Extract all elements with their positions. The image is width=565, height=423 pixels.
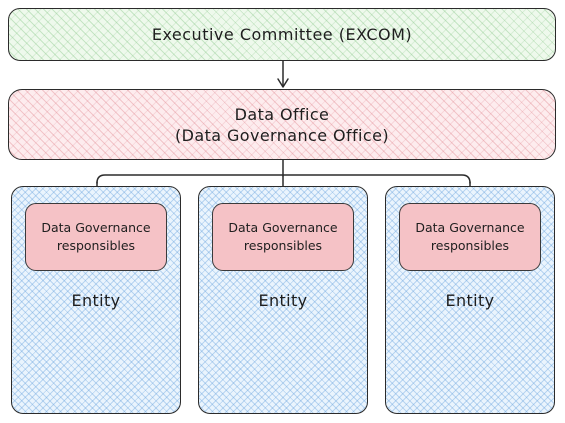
data-office-title: Data Office: [234, 104, 330, 124]
responsibles-line-2: responsibles: [56, 238, 136, 253]
responsibles-line-2: responsibles: [243, 238, 323, 253]
org-diagram: Executive Committee (EXCOM) Data Office …: [0, 0, 565, 423]
responsibles-line-1: Data Governance: [228, 220, 338, 235]
governance-responsibles-box: Data Governance responsibles: [212, 203, 354, 271]
responsibles-line-1: Data Governance: [41, 220, 151, 235]
excom-label: Executive Committee (EXCOM): [151, 25, 413, 44]
data-office-subtitle: (Data Governance Office): [175, 125, 389, 145]
governance-responsibles-box: Data Governance responsibles: [25, 203, 167, 271]
responsibles-line-2: responsibles: [430, 238, 510, 253]
entity-label: Entity: [71, 291, 121, 310]
entity-label: Entity: [445, 291, 495, 310]
entity-box-3: Data Governance responsibles Entity: [385, 186, 555, 414]
entity-label: Entity: [258, 291, 308, 310]
governance-responsibles-box: Data Governance responsibles: [399, 203, 541, 271]
responsibles-line-1: Data Governance: [415, 220, 525, 235]
entity-box-2: Data Governance responsibles Entity: [198, 186, 368, 414]
data-office-box: Data Office (Data Governance Office): [8, 89, 556, 160]
entity-box-1: Data Governance responsibles Entity: [11, 186, 181, 414]
excom-box: Executive Committee (EXCOM): [8, 8, 556, 61]
